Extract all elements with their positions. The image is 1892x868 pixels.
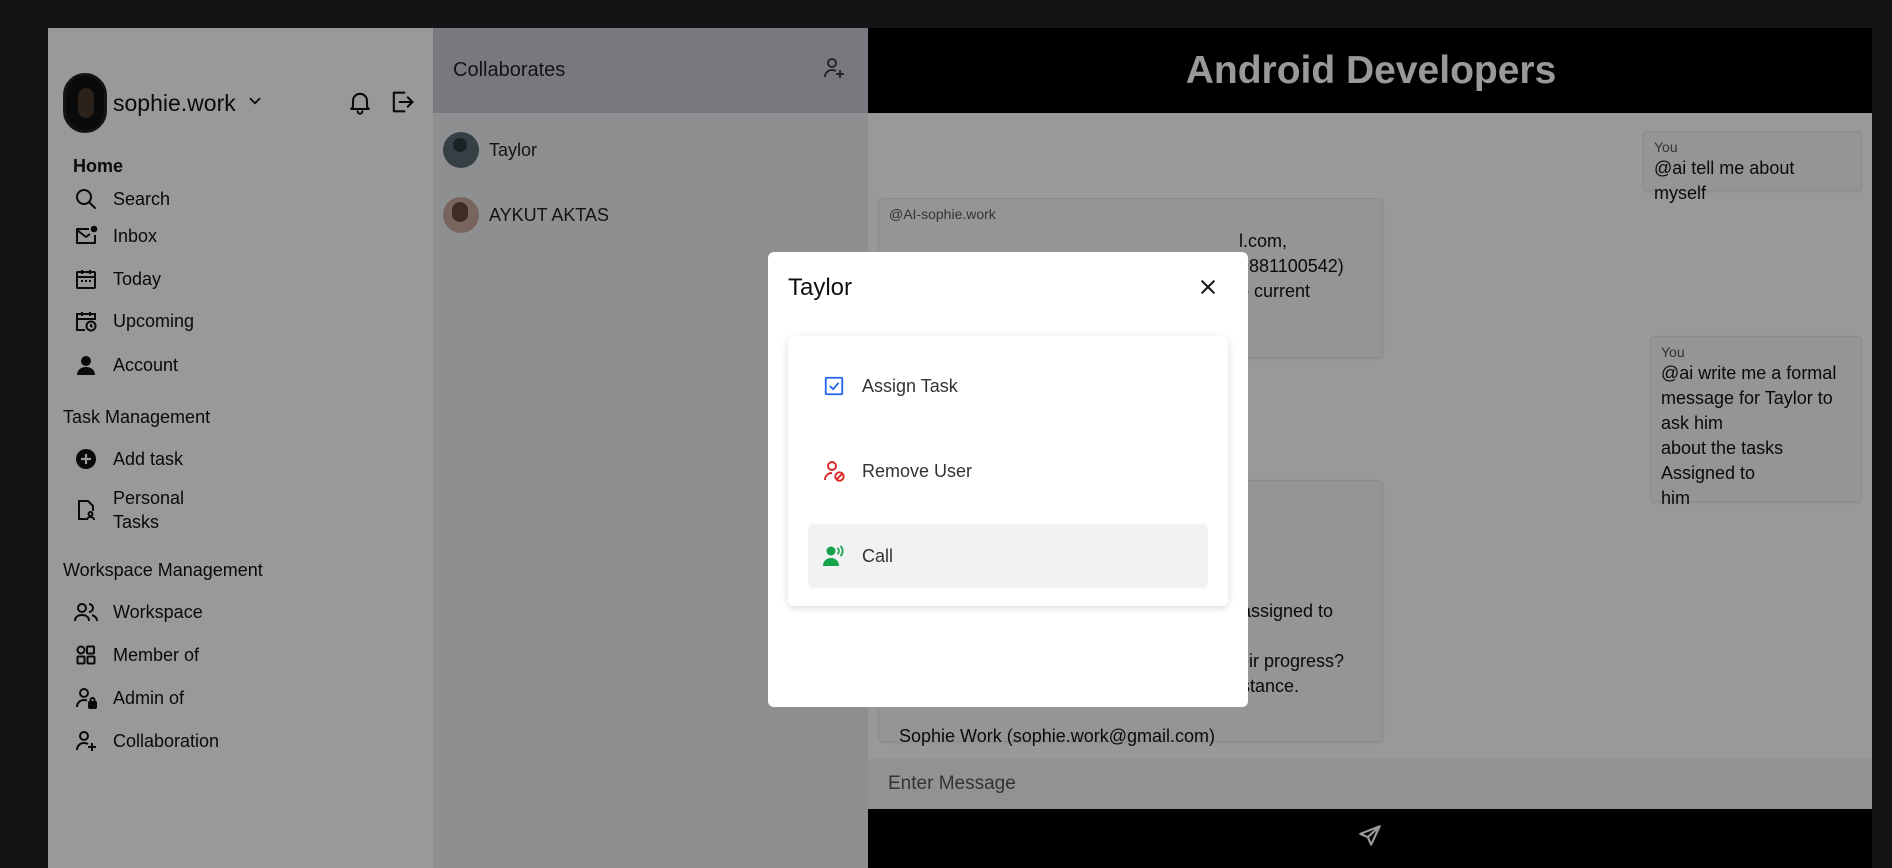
- close-icon: [1198, 277, 1218, 302]
- assign-task-option[interactable]: Assign Task: [808, 354, 1208, 418]
- call-option[interactable]: Call: [808, 524, 1208, 588]
- user-options-modal: Taylor Assign Task Remove User Call: [768, 252, 1248, 707]
- assign-task-label: Assign Task: [862, 375, 958, 396]
- app-window: sophie.work Home Search Inbox Today Upco…: [48, 28, 1872, 868]
- close-button[interactable]: [1193, 274, 1223, 304]
- remove-user-label: Remove User: [862, 460, 973, 481]
- modal-title: Taylor: [788, 274, 853, 301]
- user-remove-icon: [822, 459, 846, 483]
- checkbox-icon: [822, 374, 846, 398]
- user-voice-icon: [822, 544, 846, 568]
- remove-user-option[interactable]: Remove User: [808, 439, 1208, 503]
- options-menu: Assign Task Remove User Call: [788, 336, 1228, 606]
- call-label: Call: [862, 545, 894, 566]
